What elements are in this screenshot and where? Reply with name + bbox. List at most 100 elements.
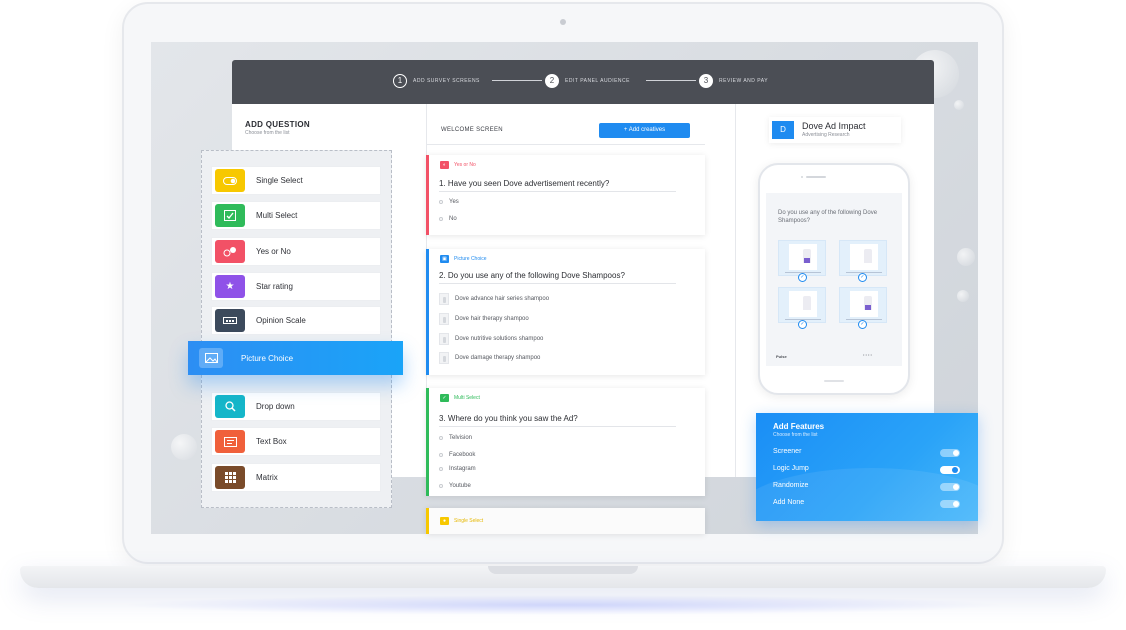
card-accent-bar bbox=[426, 508, 429, 534]
answer-option-label: Telvision bbox=[449, 435, 473, 441]
shampoo-thumbnail bbox=[439, 293, 449, 305]
shampoo-thumbnail bbox=[439, 313, 449, 325]
question-title[interactable]: 3. Where do you think you saw the Ad? bbox=[439, 414, 578, 423]
answer-option[interactable]: Dove hair therapy shampoo bbox=[439, 313, 529, 325]
decorative-bubble bbox=[957, 290, 969, 302]
question-underline bbox=[439, 426, 676, 427]
phone-question: Do you use any of the following Dove Sha… bbox=[778, 210, 878, 224]
card-accent-bar bbox=[426, 249, 429, 375]
step-number: 3 bbox=[699, 74, 713, 88]
answer-option[interactable]: Dove damage therapy shampoo bbox=[439, 352, 540, 364]
question-type-tag: ◐ Yes or No bbox=[440, 161, 476, 169]
add-question-title: ADD QUESTION bbox=[245, 120, 310, 129]
picture-tile[interactable] bbox=[839, 287, 887, 323]
question-type-label: Yes or No bbox=[256, 247, 291, 256]
toggle-icon bbox=[215, 169, 245, 192]
answer-option-label: Dove nutritive solutions shampoo bbox=[455, 336, 544, 342]
question-type-multi-select[interactable]: Multi Select bbox=[211, 201, 381, 230]
checkbox-icon bbox=[439, 453, 443, 457]
checkbox-icon bbox=[215, 204, 245, 227]
text-box-icon bbox=[215, 430, 245, 453]
question-underline bbox=[439, 191, 676, 192]
check-icon: ✓ bbox=[798, 273, 807, 282]
answer-option[interactable]: Dove advance hair series shampoo bbox=[439, 293, 549, 305]
shampoo-thumbnail bbox=[439, 352, 449, 364]
question-type-star-rating[interactable]: ★ Star rating bbox=[211, 272, 381, 301]
laptop-mockup: 1 ADD SURVEY SCREENS 2 EDIT PANEL AUDIEN… bbox=[0, 0, 1126, 630]
star-icon: ★ bbox=[215, 275, 245, 298]
question-type-tag: ▣ Picture Choice bbox=[440, 255, 487, 263]
checkbox-icon bbox=[439, 467, 443, 471]
survey-avatar: D bbox=[772, 121, 794, 139]
checkbox-icon bbox=[439, 484, 443, 488]
question-type-label: Single Select bbox=[256, 176, 303, 185]
question-type-label: Opinion Scale bbox=[256, 316, 306, 325]
phone-home-bar bbox=[824, 380, 844, 382]
question-card-2[interactable]: ▣ Picture Choice 2. Do you use any of th… bbox=[426, 249, 705, 375]
phone-camera bbox=[801, 176, 803, 178]
question-type-label: Drop down bbox=[256, 402, 295, 411]
camera-icon bbox=[560, 19, 566, 25]
answer-option[interactable]: Facebook bbox=[439, 452, 475, 458]
pagination-dots: • • • • bbox=[863, 352, 872, 357]
answer-option-label: Facebook bbox=[449, 452, 476, 458]
step-edit-panel-audience[interactable]: 2 EDIT PANEL AUDIENCE bbox=[545, 74, 630, 88]
answer-option[interactable]: Youtube bbox=[439, 483, 471, 489]
question-title[interactable]: 2. Do you use any of the following Dove … bbox=[439, 271, 625, 280]
step-add-survey-screens[interactable]: 1 ADD SURVEY SCREENS bbox=[393, 74, 480, 88]
phone-speaker bbox=[806, 176, 826, 178]
question-type-tag: ✓ Multi Select bbox=[440, 394, 480, 402]
question-type-picture-choice[interactable]: Picture Choice bbox=[188, 341, 403, 375]
question-card-4[interactable]: ● Single Select bbox=[426, 508, 705, 534]
answer-option[interactable]: Yes bbox=[439, 199, 459, 205]
features-title: Add Features bbox=[773, 422, 825, 431]
feature-label-add-none: Add None bbox=[773, 499, 805, 506]
answer-option[interactable]: No bbox=[439, 216, 457, 222]
radio-icon bbox=[439, 200, 443, 204]
picture-tile[interactable] bbox=[839, 240, 887, 276]
question-type-text-box[interactable]: Text Box bbox=[211, 427, 381, 456]
feature-label-screener: Screener bbox=[773, 448, 802, 455]
shampoo-thumbnail bbox=[439, 333, 449, 345]
laptop-notch bbox=[488, 566, 638, 574]
answer-option-label: No bbox=[449, 216, 457, 222]
decorative-bubble bbox=[957, 248, 975, 266]
question-type-yes-or-no[interactable]: Yes or No bbox=[211, 237, 381, 266]
answer-option[interactable]: Telvision bbox=[439, 435, 472, 441]
step-label: REVIEW AND PAY bbox=[719, 78, 769, 84]
features-subtitle: Choose from the list bbox=[773, 432, 818, 438]
picture-icon bbox=[199, 348, 223, 368]
grid-icon bbox=[215, 466, 245, 489]
scale-icon bbox=[215, 309, 245, 332]
question-type-opinion-scale[interactable]: Opinion Scale bbox=[211, 306, 381, 335]
checkbox-icon: ✓ bbox=[440, 394, 449, 402]
randomize-toggle[interactable] bbox=[940, 483, 960, 491]
add-creatives-button[interactable]: + Add creatives bbox=[599, 123, 690, 138]
logic-jump-toggle[interactable] bbox=[940, 466, 960, 474]
answer-option[interactable]: Dove nutritive solutions shampoo bbox=[439, 333, 543, 345]
step-connector bbox=[492, 80, 542, 81]
picture-tile[interactable] bbox=[778, 287, 826, 323]
question-card-1[interactable]: ◐ Yes or No 1. Have you seen Dove advert… bbox=[426, 155, 705, 235]
step-review-and-pay[interactable]: 3 REVIEW AND PAY bbox=[699, 74, 768, 88]
question-type-matrix[interactable]: Matrix bbox=[211, 463, 381, 492]
question-type-drop-down[interactable]: Drop down bbox=[211, 392, 381, 421]
step-number: 2 bbox=[545, 74, 559, 88]
yes-no-icon bbox=[215, 240, 245, 263]
search-icon bbox=[215, 395, 245, 418]
question-type-tag-label: Yes or No bbox=[454, 162, 476, 168]
picture-icon: ▣ bbox=[440, 255, 449, 263]
question-type-single-select[interactable]: Single Select bbox=[211, 166, 381, 195]
step-number: 1 bbox=[393, 74, 407, 88]
check-icon: ✓ bbox=[798, 320, 807, 329]
answer-option[interactable]: Instagram bbox=[439, 466, 476, 472]
welcome-screen-label[interactable]: WELCOME SCREEN bbox=[441, 127, 503, 133]
question-card-3[interactable]: ✓ Multi Select 3. Where do you think you… bbox=[426, 388, 705, 496]
screener-toggle[interactable] bbox=[940, 449, 960, 457]
add-none-toggle[interactable] bbox=[940, 500, 960, 508]
decorative-bubble bbox=[171, 434, 197, 460]
brand-logo: Pulse bbox=[776, 354, 787, 359]
picture-tile[interactable] bbox=[778, 240, 826, 276]
question-type-label: Matrix bbox=[256, 473, 278, 482]
question-title[interactable]: 1. Have you seen Dove advertisement rece… bbox=[439, 179, 609, 188]
